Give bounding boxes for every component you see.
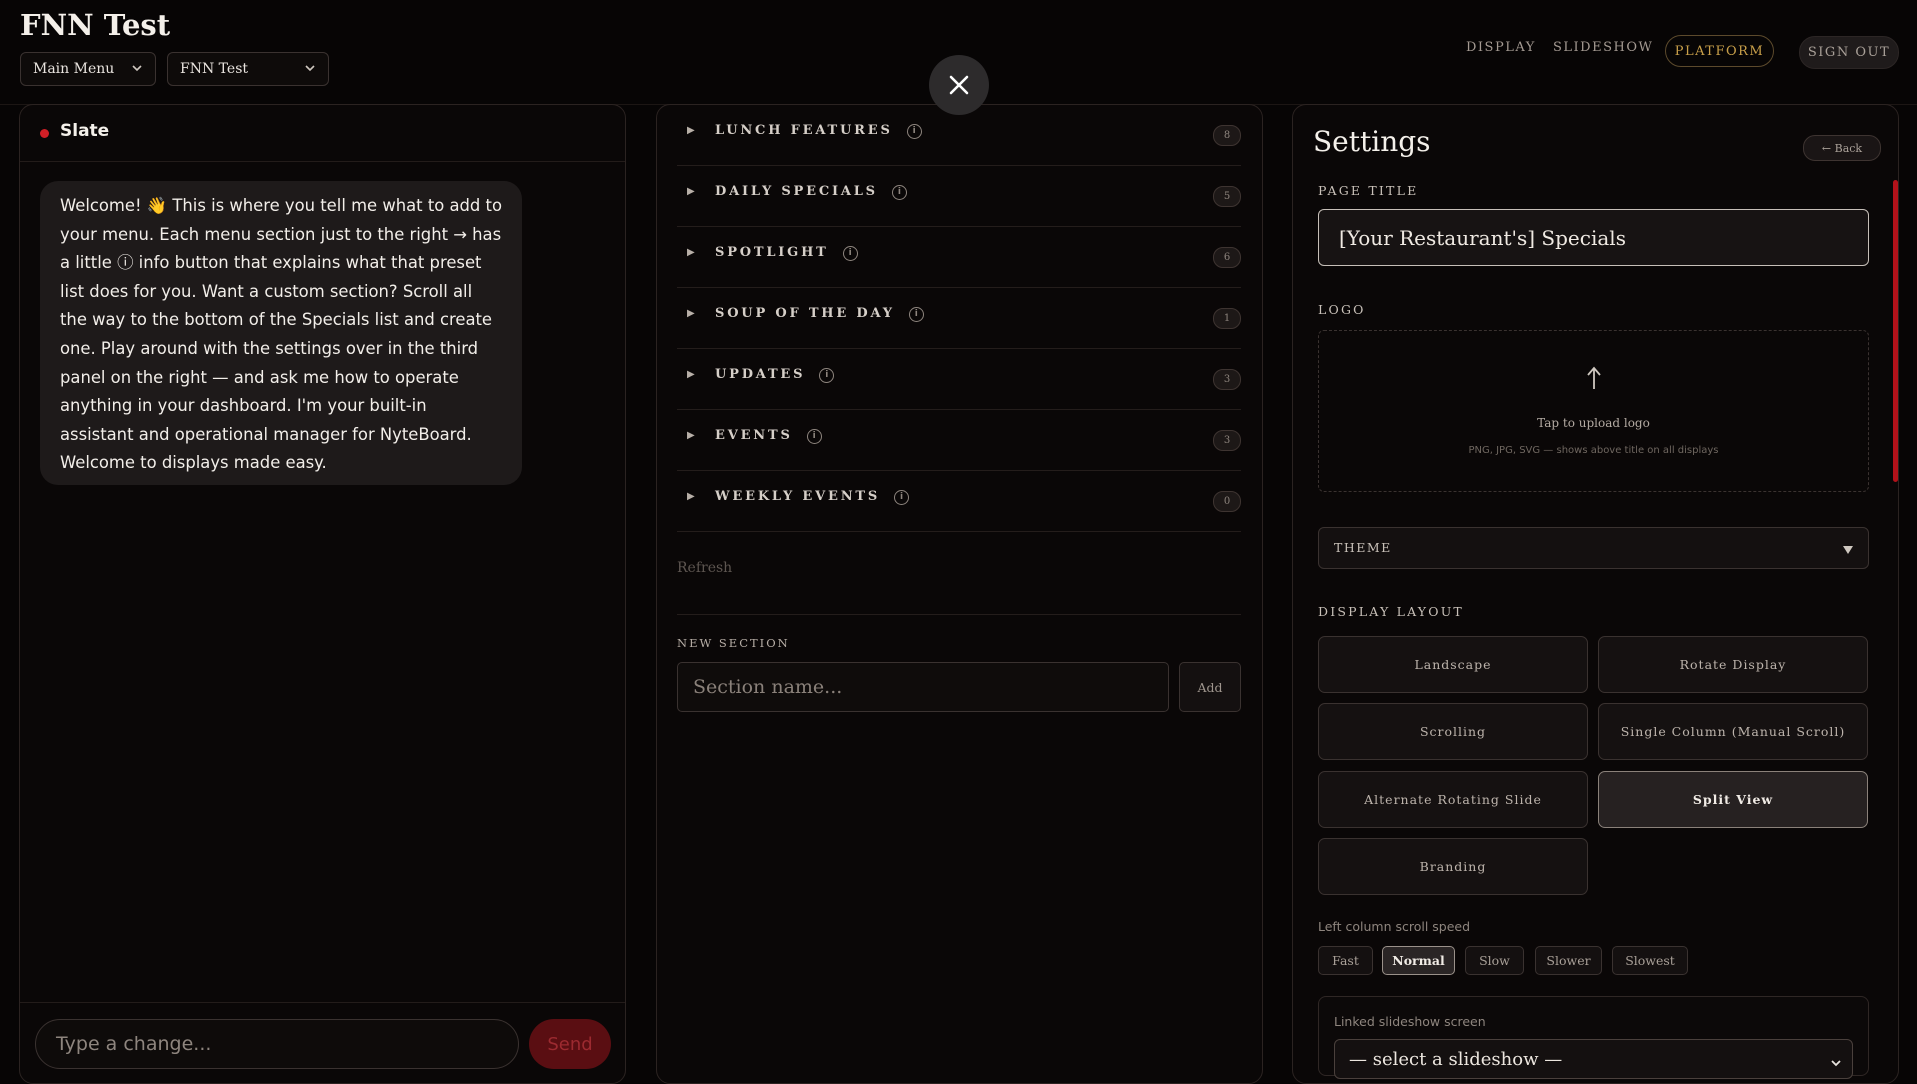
page-title-input[interactable]: [Your Restaurant's] Specials (1318, 209, 1869, 266)
expand-triangle-icon: ▶ (687, 491, 695, 502)
section-count-badge: 5 (1213, 186, 1241, 207)
chevron-down-icon (304, 62, 316, 77)
layout-scrolling-button[interactable]: Scrolling (1318, 703, 1588, 760)
location-select[interactable]: FNN Test (167, 52, 329, 86)
chat-input[interactable]: Type a change... (35, 1019, 519, 1069)
expand-triangle-icon: ▶ (687, 247, 695, 258)
section-name: DAILY SPECIALS (715, 184, 878, 199)
chevron-down-icon (1830, 1053, 1842, 1074)
speed-fast-button[interactable]: Fast (1318, 946, 1373, 975)
menu-select-value: Main Menu (33, 61, 115, 77)
settings-scrollbar[interactable] (1893, 180, 1898, 482)
theme-select[interactable]: THEME (1318, 527, 1869, 569)
section-row[interactable]: ▶ WEEKLY EVENTS i 0 (677, 471, 1241, 532)
section-count-badge: 8 (1213, 125, 1241, 146)
layout-alternate-rotating-slide-button[interactable]: Alternate Rotating Slide (1318, 771, 1588, 828)
chat-footer: Type a change... Send (20, 1002, 625, 1083)
expand-triangle-icon: ▶ (687, 308, 695, 319)
section-name: LUNCH FEATURES (715, 123, 893, 138)
new-section-input[interactable]: Section name... (677, 662, 1169, 712)
linked-slideshow-card: Linked slideshow screen — select a slide… (1318, 996, 1869, 1079)
chat-panel: Slate Welcome! 👋 This is where you tell … (19, 104, 626, 1084)
platform-button[interactable]: PLATFORM (1665, 35, 1774, 67)
section-count-badge: 0 (1213, 491, 1241, 512)
close-icon (949, 75, 969, 95)
info-icon[interactable]: i (908, 306, 924, 322)
assistant-name: Slate (60, 121, 110, 141)
layout-landscape-button[interactable]: Landscape (1318, 636, 1588, 693)
speed-slower-button[interactable]: Slower (1535, 946, 1602, 975)
nav-slideshow-link[interactable]: SLIDESHOW (1553, 40, 1653, 55)
sign-out-button[interactable]: SIGN OUT (1799, 36, 1899, 69)
section-row[interactable]: ▶ SOUP OF THE DAY i 1 (677, 288, 1241, 349)
divider (677, 614, 1241, 615)
speed-normal-button[interactable]: Normal (1382, 946, 1455, 975)
info-icon[interactable]: i (842, 245, 858, 261)
chat-input-placeholder: Type a change... (56, 1033, 212, 1055)
layout-rotate-display-button[interactable]: Rotate Display (1598, 636, 1868, 693)
section-name: WEEKLY EVENTS (715, 489, 881, 504)
layout-split-view-button[interactable]: Split View (1598, 771, 1868, 828)
menu-select[interactable]: Main Menu (20, 52, 156, 86)
add-section-button[interactable]: Add (1179, 662, 1241, 712)
chevron-down-icon (131, 62, 143, 77)
section-row[interactable]: ▶ EVENTS i 3 (677, 410, 1241, 471)
linked-slideshow-label: Linked slideshow screen (1334, 1014, 1486, 1029)
logo-upload-text: Tap to upload logo (1537, 416, 1650, 430)
section-count-badge: 6 (1213, 247, 1241, 268)
nav-display-link[interactable]: DISPLAY (1466, 40, 1536, 55)
section-count-badge: 3 (1213, 430, 1241, 451)
refresh-link[interactable]: Refresh (677, 560, 732, 576)
upload-arrow-icon (1319, 365, 1868, 395)
section-name: SOUP OF THE DAY (715, 306, 895, 321)
assistant-message: Welcome! 👋 This is where you tell me wha… (40, 181, 522, 485)
display-layout-label: DISPLAY LAYOUT (1318, 604, 1464, 619)
expand-triangle-icon: ▶ (687, 430, 695, 441)
linked-slideshow-select[interactable]: — select a slideshow — (1334, 1039, 1853, 1079)
page-title-label: PAGE TITLE (1318, 183, 1419, 198)
new-section-label: NEW SECTION (677, 636, 790, 650)
info-icon[interactable]: i (894, 489, 910, 505)
layout-single-column-button[interactable]: Single Column (Manual Scroll) (1598, 703, 1868, 760)
send-button[interactable]: Send (529, 1019, 611, 1069)
status-dot (40, 129, 49, 138)
logo-hint: PNG, JPG, SVG — shows above title on all… (1468, 445, 1719, 456)
close-button[interactable] (929, 55, 989, 115)
layout-branding-button[interactable]: Branding (1318, 838, 1588, 895)
section-name: SPOTLIGHT (715, 245, 829, 260)
info-icon[interactable]: i (891, 184, 907, 200)
expand-triangle-icon: ▶ (687, 369, 695, 380)
section-count-badge: 1 (1213, 308, 1241, 329)
section-name: UPDATES (715, 367, 806, 382)
dropdown-arrow-icon (1842, 541, 1854, 560)
page-title-value: [Your Restaurant's] Specials (1339, 225, 1626, 250)
section-row[interactable]: ▶ UPDATES i 3 (677, 349, 1241, 410)
settings-title: Settings (1313, 125, 1431, 158)
chat-header: Slate (20, 105, 625, 162)
info-icon[interactable]: i (806, 428, 822, 444)
speed-slow-button[interactable]: Slow (1465, 946, 1524, 975)
info-icon[interactable]: i (819, 367, 835, 383)
location-select-value: FNN Test (180, 61, 249, 77)
logo-upload-area[interactable]: Tap to upload logo PNG, JPG, SVG — shows… (1318, 330, 1869, 492)
back-button[interactable]: ← Back (1803, 135, 1881, 161)
linked-slideshow-value: — select a slideshow — (1349, 1048, 1563, 1070)
section-count-badge: 3 (1213, 369, 1241, 390)
new-section-placeholder: Section name... (693, 676, 843, 698)
section-name: EVENTS (715, 428, 793, 443)
section-row[interactable]: ▶ SPOTLIGHT i 6 (677, 227, 1241, 288)
info-icon[interactable]: i (906, 123, 922, 139)
app-title: FNN Test (20, 8, 171, 42)
logo-label: LOGO (1318, 302, 1366, 317)
scroll-speed-label: Left column scroll speed (1318, 919, 1471, 934)
expand-triangle-icon: ▶ (687, 125, 695, 136)
sections-panel: ▶ LUNCH FEATURES i 8 ▶ DAILY SPECIALS i 5 … (656, 104, 1263, 1084)
expand-triangle-icon: ▶ (687, 186, 695, 197)
theme-label: THEME (1334, 540, 1392, 555)
section-row[interactable]: ▶ DAILY SPECIALS i 5 (677, 166, 1241, 227)
speed-slowest-button[interactable]: Slowest (1612, 946, 1688, 975)
